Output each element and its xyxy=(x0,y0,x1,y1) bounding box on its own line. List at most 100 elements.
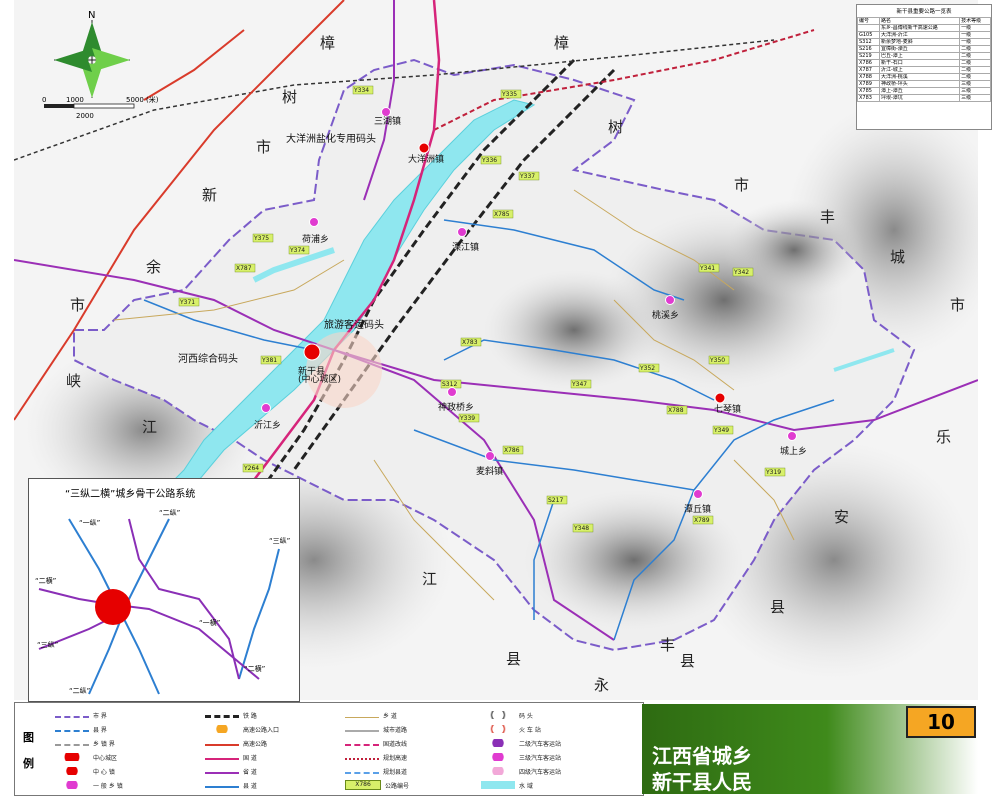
legend-symbol-line-purple xyxy=(205,772,239,774)
legend-label: 县 界 xyxy=(93,726,107,734)
legend-symbol-line-gray xyxy=(345,730,379,732)
county-char-xian3: 县 xyxy=(680,652,695,670)
legend-item-train: 火 车 站 xyxy=(481,723,541,735)
county-char-zhang2: 樟 xyxy=(554,34,569,52)
road-table-row: X788 大洋洲-桃溪 二级 xyxy=(857,73,991,81)
legend-symbol-line-pink xyxy=(205,758,239,760)
county-char-xian1: 县 xyxy=(770,598,785,616)
road-table-body: 东乡-昌傅线新干高速公路 一级 G105 大洋洲-沂江 一级 S312 新余梦地-麦斜 一级 S… xyxy=(857,24,991,102)
town-marker-chengshang xyxy=(787,431,797,441)
road-table-cell: 一级 xyxy=(959,38,991,46)
road-label: Y337 xyxy=(519,173,535,180)
legend-label: 高速公路入口 xyxy=(243,726,280,734)
inset-label-5: “一横” xyxy=(199,618,220,627)
legend-label: 国道改线 xyxy=(383,740,408,748)
road-table-row: S219 巴丘-潭上 二级 xyxy=(857,52,991,60)
road-table-row: 东乡-昌傅线新干高速公路 一级 xyxy=(857,24,991,32)
legend-item-code: X786 公路编号 xyxy=(345,779,409,791)
town-label-chengshang: 城上乡 xyxy=(780,446,807,457)
terrain-ne xyxy=(724,200,864,300)
road-table-header: 编号 路名 技术等级 xyxy=(857,17,991,25)
road-table-grid: 编号 路名 技术等级 东乡-昌傅线新干高速公路 一级 G105 大洋洲-沂江 一级 S312 新… xyxy=(857,17,991,102)
inset-city-center xyxy=(95,589,131,625)
road-table-cell: 新余梦地-麦斜 xyxy=(878,38,961,46)
legend-item-dash-purple: 市 界 xyxy=(55,709,107,721)
legend-symbol-dash-gray xyxy=(55,744,89,746)
county-char-yu: 余 xyxy=(146,258,161,276)
county-char-shi3: 市 xyxy=(70,296,85,314)
county-char-an: 安 xyxy=(834,508,849,526)
inset-road-purple-2 xyxy=(128,518,240,680)
road-label: Y375 xyxy=(253,235,269,242)
road-table-cell xyxy=(857,24,880,32)
road-label: X787 xyxy=(236,265,252,272)
road-table-cell: 二级 xyxy=(959,45,991,53)
road-table-cell: X783 xyxy=(857,94,880,102)
road-label: Y350 xyxy=(709,357,725,364)
legend-label: 公路编号 xyxy=(385,782,410,790)
legend-item-dot-magenta: 一 般 乡 镇 xyxy=(55,779,123,791)
legend-label: 四级汽车客运站 xyxy=(519,768,562,776)
county-char-xian2: 县 xyxy=(506,650,521,668)
legend-symbol-bus2 xyxy=(481,739,515,747)
legend-title: 图 例 xyxy=(23,725,41,777)
county-char-jiang1: 江 xyxy=(142,418,157,436)
legend-item-bus4: 四级汽车客运站 xyxy=(481,765,561,777)
legend-symbol-dash-purple xyxy=(55,716,89,718)
legend-label: 县 道 xyxy=(243,782,257,790)
county-char-feng1: 丰 xyxy=(820,208,835,226)
road-table: 新干县重要公路一览表 编号 路名 技术等级 东乡-昌傅线新干高速公路 一级 G105 大洋… xyxy=(856,4,992,130)
legend-item-line-dot-red: 规划高速 xyxy=(345,751,407,763)
road-table-header-cell: 路名 xyxy=(878,17,961,25)
road-table-row: X789 神政桥-坪头 三级 xyxy=(857,80,991,88)
road-table-cell: S216 xyxy=(857,45,880,53)
road-label: X786 xyxy=(504,447,520,454)
road-label: Y371 xyxy=(179,299,195,306)
road-label: Y334 xyxy=(353,87,369,94)
county-char-xin: 新 xyxy=(202,186,217,204)
legend-item-rail: 铁 路 xyxy=(205,709,257,721)
legend-item-line-blue: 县 道 xyxy=(205,779,257,791)
inset-label-7: “三纵” xyxy=(37,641,58,649)
legend-label: 水 域 xyxy=(519,782,533,790)
road-table-cell: S219 xyxy=(857,52,880,60)
legend-item-line-dash-red: 国道改线 xyxy=(345,737,407,749)
road-label: Y319 xyxy=(765,469,781,476)
town-label-center: (中心城区) xyxy=(298,373,341,385)
road-table-cell: 大洋洲-沂江 xyxy=(878,31,961,39)
legend-label: 中 心 镇 xyxy=(93,768,115,776)
road-table-cell: 二级 xyxy=(959,73,991,81)
legend-symbol-dot-red xyxy=(55,767,89,775)
legend-symbol-code: X786 xyxy=(345,780,381,790)
county-char-shi1: 市 xyxy=(256,138,271,156)
inset-label-4: “二横” xyxy=(35,576,56,585)
legend-label: 一 般 乡 镇 xyxy=(93,782,123,790)
town-marker-shenzhengqiao xyxy=(447,387,457,397)
legend-label: 乡 道 xyxy=(383,712,397,720)
legend-item-bus3: 三级汽车客运站 xyxy=(481,751,561,763)
legend-symbol-anchor xyxy=(481,711,515,719)
road-table-cell: 二级 xyxy=(959,52,991,60)
legend: 图 例 市 界县 界乡 镇 界中心城区中 心 镇一 般 乡 镇 铁 路高速公路入口… xyxy=(14,702,644,796)
road-label: Y347 xyxy=(571,381,587,388)
legend-label: 码 头 xyxy=(519,712,533,720)
road-label: Y349 xyxy=(713,427,729,434)
inset-label-3: “三纵” xyxy=(269,537,290,545)
legend-title-char-2: 例 xyxy=(23,757,34,770)
road-table-cell: 新干-石口 xyxy=(878,59,961,67)
legend-label: 规划县道 xyxy=(383,768,408,776)
legend-item-line-tan: 乡 道 xyxy=(345,709,397,721)
road-table-cell: 三级 xyxy=(959,80,991,88)
road-table-cell: 坪垠-潭坑 xyxy=(878,94,961,102)
county-char-shi4: 市 xyxy=(950,296,965,314)
road-label: X783 xyxy=(462,339,478,346)
town-label-hepu: 荷浦乡 xyxy=(302,233,329,245)
town-label-sanhu: 三湖镇 xyxy=(374,115,401,127)
road-table-title: 新干县重要公路一览表 xyxy=(896,9,952,15)
road-table-cell: X788 xyxy=(857,73,880,81)
county-char-xia1: 峡 xyxy=(66,372,81,390)
inset-backbone-system: “三纵二横”城乡骨干公路系统 “一纵” “二纵” “三纵” “二横” “一横” … xyxy=(28,478,300,702)
town-marker-xingan xyxy=(303,343,321,361)
legend-symbol-line-dash-red xyxy=(345,744,379,746)
town-label-tanqiu: 潭丘镇 xyxy=(684,503,711,515)
